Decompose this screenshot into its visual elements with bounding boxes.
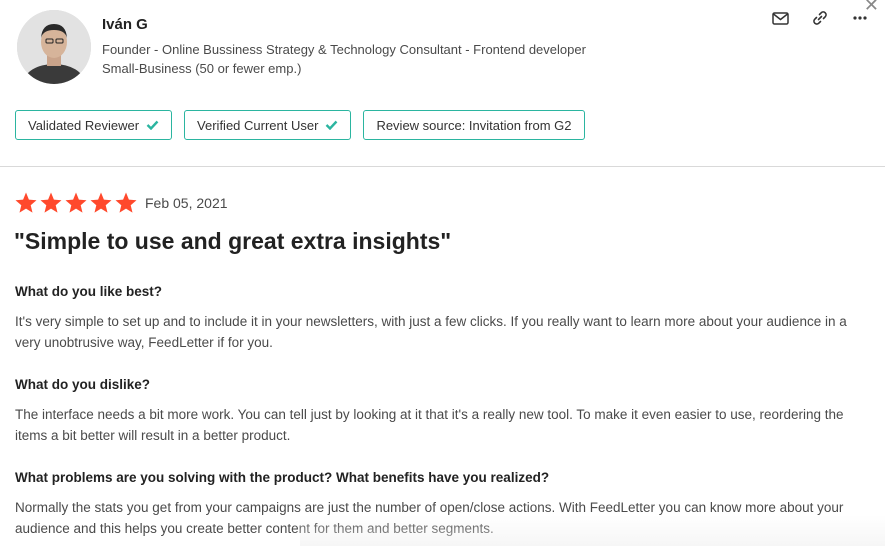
badge-review-source: Review source: Invitation from G2 bbox=[363, 110, 585, 140]
check-icon bbox=[146, 120, 159, 130]
star-rating bbox=[14, 191, 138, 215]
check-icon bbox=[325, 120, 338, 130]
review-section-benefits: What problems are you solving with the p… bbox=[15, 470, 855, 539]
star-icon bbox=[40, 192, 62, 213]
avatar-image bbox=[17, 10, 91, 84]
reviewer-header: Iván G Founder - Online Bussiness Strate… bbox=[0, 0, 885, 167]
review-title: "Simple to use and great extra insights" bbox=[14, 228, 452, 254]
answer-like-best: It's very simple to set up and to includ… bbox=[15, 314, 847, 350]
link-icon bbox=[813, 11, 827, 25]
badge-verified-current-user: Verified Current User bbox=[184, 110, 352, 140]
question-problems-benefits: What problems are you solving with the p… bbox=[15, 470, 550, 485]
star-icon bbox=[15, 192, 37, 213]
rating-row: Feb 05, 2021 bbox=[14, 191, 228, 215]
mail-icon bbox=[771, 11, 789, 25]
question-like-best: What do you like best? bbox=[15, 284, 163, 299]
answer-problems-benefits: Normally the stats you get from your cam… bbox=[15, 500, 844, 536]
close-icon[interactable]: ✕ bbox=[864, 0, 879, 14]
review-actions bbox=[769, 8, 871, 28]
reviewer-job-title: Founder - Online Bussiness Strategy & Te… bbox=[102, 42, 586, 57]
review-section-dislike: What do you dislike? The interface needs… bbox=[15, 377, 855, 446]
email-button[interactable] bbox=[769, 8, 791, 28]
more-icon bbox=[853, 16, 867, 20]
reviewer-segment: Small-Business (50 or fewer emp.) bbox=[102, 61, 302, 76]
badge-validated-reviewer: Validated Reviewer bbox=[15, 110, 173, 140]
star-icon bbox=[115, 192, 137, 213]
badge-label: Review source: Invitation from G2 bbox=[376, 117, 572, 133]
badge-list: Validated Reviewer Verified Current User… bbox=[15, 110, 585, 140]
review-date: Feb 05, 2021 bbox=[145, 195, 228, 211]
star-icon bbox=[65, 192, 87, 213]
reviewer-name: Iván G bbox=[102, 16, 148, 33]
star-icon bbox=[90, 192, 112, 213]
question-dislike: What do you dislike? bbox=[15, 377, 151, 392]
copy-link-button[interactable] bbox=[809, 8, 831, 28]
badge-label: Validated Reviewer bbox=[28, 117, 140, 133]
answer-dislike: The interface needs a bit more work. You… bbox=[15, 407, 844, 443]
review-section-like: What do you like best? It's very simple … bbox=[15, 284, 855, 353]
avatar bbox=[17, 10, 91, 84]
badge-label: Verified Current User bbox=[197, 117, 319, 133]
